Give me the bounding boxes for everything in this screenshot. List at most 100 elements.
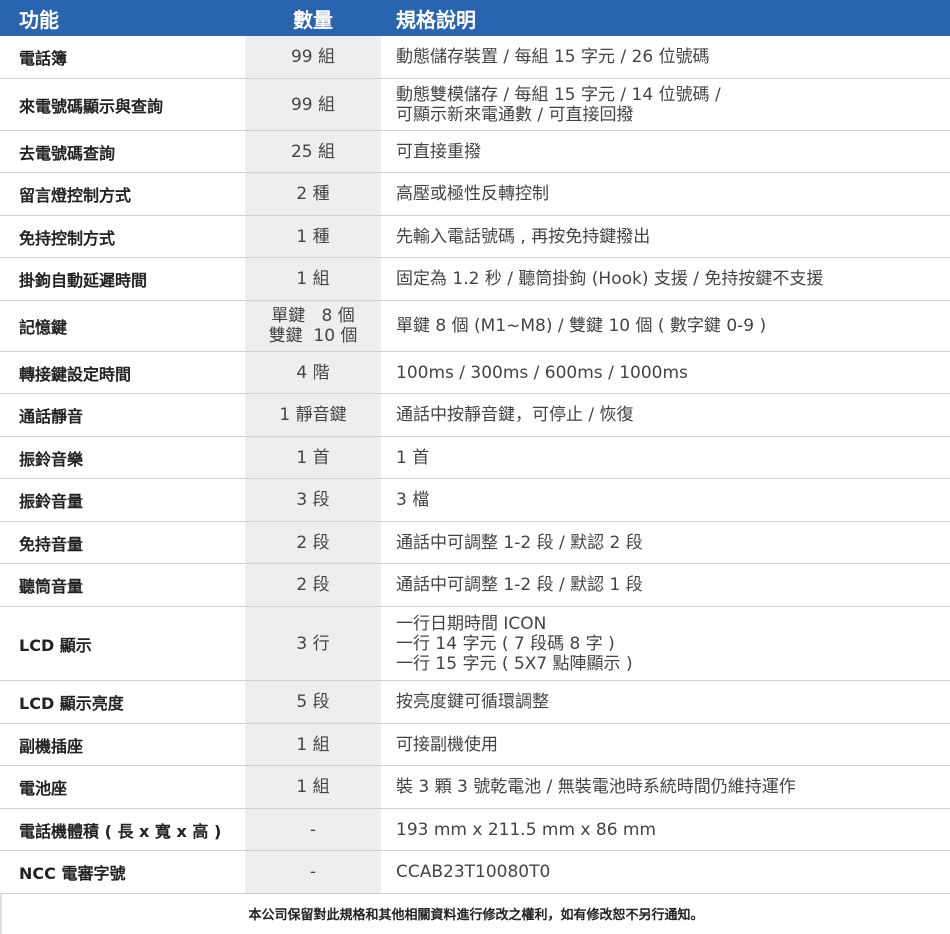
function-cell: 振鈴音樂 xyxy=(19,449,84,469)
spec-line: 通話中按靜音鍵，可停止 / 恢復 xyxy=(396,405,634,425)
spec-cell: 通話中可調整 1-2 段 / 默認 1 段 xyxy=(381,564,950,606)
function-cell: 去電號碼查詢 xyxy=(19,143,116,163)
spec-cell: 先輸入電話號碼 , 再按免持鍵撥出 xyxy=(381,216,950,257)
function-cell: 電話機體積 ( 長 x 寬 x 高 ) xyxy=(19,821,222,841)
spec-line: 1 首 xyxy=(396,447,430,468)
spec-cell: 按亮度鍵可循環調整 xyxy=(381,681,950,723)
spec-line: 動態雙模儲存 / 每組 15 字元 / 14 位號碼 / xyxy=(396,84,721,105)
function-cell: 電話簿 xyxy=(19,49,68,68)
function-cell: 聽筒音量 xyxy=(19,577,84,596)
spec-line: 高壓或極性反轉控制 xyxy=(396,184,549,204)
quantity-cell: 單鍵 8 個 雙鍵 10 個 xyxy=(245,301,381,351)
quantity-cell: 1 種 xyxy=(245,216,381,257)
spec-line: 一行日期時間 ICON xyxy=(396,613,547,634)
quantity-cell: 1 組 xyxy=(245,724,381,765)
quantity-cell: 3 段 xyxy=(245,479,381,521)
spec-cell: 3 檔 xyxy=(381,479,950,521)
table-row: 副機插座 1 組可接副機使用 xyxy=(0,724,950,766)
spec-cell: 1 首 xyxy=(381,437,950,478)
spec-line: 先輸入電話號碼 , 再按免持鍵撥出 xyxy=(396,226,651,247)
spec-table: 功能 數量 規格說明 電話簿 99 組動態儲存裝置 / 每組 15 字元 / 26… xyxy=(0,0,950,894)
function-cell: 轉接鍵設定時間 xyxy=(19,364,132,384)
quantity-cell: 1 靜音鍵 xyxy=(245,394,381,436)
quantity-cell: 3 行 xyxy=(245,607,381,680)
function-cell: 免持控制方式 xyxy=(19,228,116,248)
spec-cell: 動態雙模儲存 / 每組 15 字元 / 14 位號碼 / 可顯示新來電通數 / 可… xyxy=(381,79,950,130)
quantity-cell: 1 組 xyxy=(245,258,381,300)
spec-line: 固定為 1.2 秒 / 聽筒掛鉤 (Hook) 支援 / 免持按鍵不支援 xyxy=(396,269,824,289)
spec-line: 可接副機使用 xyxy=(396,734,498,755)
table-body: 電話簿 99 組動態儲存裝置 / 每組 15 字元 / 26 位號碼來電號碼顯示與… xyxy=(0,36,950,894)
spec-line: 單鍵 8 個 (M1~M8) / 雙鍵 10 個 ( 數字鍵 0-9 ) xyxy=(396,316,767,336)
spec-line: 一行 15 字元 ( 5X7 點陣顯示 ) xyxy=(396,653,633,674)
quantity-cell: 99 組 xyxy=(245,36,381,78)
spec-cell: 通話中按靜音鍵，可停止 / 恢復 xyxy=(381,394,950,436)
spec-line: 一行 14 字元 ( 7 段碼 8 字 ) xyxy=(396,633,615,654)
table-row: 電話簿 99 組動態儲存裝置 / 每組 15 字元 / 26 位號碼 xyxy=(0,36,950,79)
spec-line: 可直接重撥 xyxy=(396,141,481,162)
spec-cell: 一行日期時間 ICON 一行 14 字元 ( 7 段碼 8 字 ) 一行 15 字元… xyxy=(381,607,950,680)
function-cell: 振鈴音量 xyxy=(19,492,84,511)
quantity-cell: 2 段 xyxy=(245,564,381,606)
spec-line: 裝 3 顆 3 號乾電池 / 無裝電池時系統時間仍維持運作 xyxy=(396,777,796,797)
quantity-cell: 5 段 xyxy=(245,681,381,723)
function-cell: LCD 顯示亮度 xyxy=(19,694,124,713)
quantity-cell: 2 種 xyxy=(245,173,381,215)
quantity-cell: 25 組 xyxy=(245,131,381,172)
function-cell: LCD 顯示 xyxy=(19,635,92,655)
table-row: 來電號碼顯示與查詢 99 組動態雙模儲存 / 每組 15 字元 / 14 位號碼 … xyxy=(0,79,950,131)
header-function: 功能 xyxy=(19,7,59,32)
spec-line: 100ms / 300ms / 600ms / 1000ms xyxy=(396,362,688,383)
table-row: 留言燈控制方式 2 種高壓或極性反轉控制 xyxy=(0,173,950,216)
header-spec: 規格說明 xyxy=(396,7,476,32)
spec-cell: 高壓或極性反轉控制 xyxy=(381,173,950,215)
table-row: 免持音量 2 段通話中可調整 1-2 段 / 默認 2 段 xyxy=(0,522,950,564)
spec-line: 193 mm x 211.5 mm x 86 mm xyxy=(396,819,657,840)
table-row: 電池座 1 組裝 3 顆 3 號乾電池 / 無裝電池時系統時間仍維持運作 xyxy=(0,766,950,809)
footer-note: 本公司保留對此規格和其他相關資料進行修改之權利，如有修改恕不另行通知。 xyxy=(0,893,950,934)
table-row: 轉接鍵設定時間 4 階 100ms / 300ms / 600ms / 1000ms xyxy=(0,352,950,394)
spec-cell: CCAB23T10080T0 xyxy=(381,851,950,893)
header-quantity: 數量 xyxy=(293,7,333,32)
spec-cell: 裝 3 顆 3 號乾電池 / 無裝電池時系統時間仍維持運作 xyxy=(381,766,950,808)
function-cell: 免持音量 xyxy=(19,534,84,554)
table-header: 功能 數量 規格說明 xyxy=(0,0,950,36)
quantity-cell: 4 階 xyxy=(245,352,381,393)
spec-line: CCAB23T10080T0 xyxy=(396,862,551,882)
table-row: 記憶鍵 單鍵 8 個 雙鍵 10 個單鍵 8 個 (M1~M8) / 雙鍵 10 … xyxy=(0,301,950,352)
spec-line: 按亮度鍵可循環調整 xyxy=(396,692,549,712)
spec-cell: 單鍵 8 個 (M1~M8) / 雙鍵 10 個 ( 數字鍵 0-9 ) xyxy=(381,301,950,351)
function-cell: 記憶鍵 xyxy=(19,318,68,337)
table-row: LCD 顯示 3 行一行日期時間 ICON 一行 14 字元 ( 7 段碼 8 字 … xyxy=(0,607,950,681)
quantity-cell: 1 組 xyxy=(245,766,381,808)
spec-cell: 可接副機使用 xyxy=(381,724,950,765)
function-cell: 掛鉤自動延遲時間 xyxy=(19,271,148,290)
function-cell: NCC 電審字號 xyxy=(19,864,126,883)
table-row: 振鈴音量 3 段 3 檔 xyxy=(0,479,950,522)
spec-cell: 通話中可調整 1-2 段 / 默認 2 段 xyxy=(381,522,950,563)
function-cell: 留言燈控制方式 xyxy=(19,186,132,205)
table-row: NCC 電審字號 - CCAB23T10080T0 xyxy=(0,851,950,894)
table-row: 振鈴音樂 1 首 1 首 xyxy=(0,437,950,479)
table-row: 掛鉤自動延遲時間 1 組固定為 1.2 秒 / 聽筒掛鉤 (Hook) 支援 / … xyxy=(0,258,950,301)
spec-cell: 100ms / 300ms / 600ms / 1000ms xyxy=(381,352,950,393)
table-row: 聽筒音量 2 段通話中可調整 1-2 段 / 默認 1 段 xyxy=(0,564,950,607)
table-row: 電話機體積 ( 長 x 寬 x 高 ) -193 mm x 211.5 mm x … xyxy=(0,809,950,851)
spec-cell: 193 mm x 211.5 mm x 86 mm xyxy=(381,809,950,850)
table-row: 免持控制方式 1 種先輸入電話號碼 , 再按免持鍵撥出 xyxy=(0,216,950,258)
table-row: 去電號碼查詢 25 組可直接重撥 xyxy=(0,131,950,173)
table-row: 通話靜音 1 靜音鍵 通話中按靜音鍵，可停止 / 恢復 xyxy=(0,394,950,437)
function-cell: 來電號碼顯示與查詢 xyxy=(19,96,164,116)
spec-line: 動態儲存裝置 / 每組 15 字元 / 26 位號碼 xyxy=(396,47,710,67)
spec-line: 通話中可調整 1-2 段 / 默認 1 段 xyxy=(396,575,643,595)
function-cell: 副機插座 xyxy=(19,736,84,756)
quantity-cell: - xyxy=(245,809,381,850)
spec-cell: 固定為 1.2 秒 / 聽筒掛鉤 (Hook) 支援 / 免持按鍵不支援 xyxy=(381,258,950,300)
spec-line: 通話中可調整 1-2 段 / 默認 2 段 xyxy=(396,532,643,553)
spec-cell: 可直接重撥 xyxy=(381,131,950,172)
table-row: LCD 顯示亮度 5 段按亮度鍵可循環調整 xyxy=(0,681,950,724)
quantity-cell: 99 組 xyxy=(245,79,381,130)
function-cell: 電池座 xyxy=(19,779,68,798)
spec-line: 3 檔 xyxy=(396,490,430,510)
quantity-cell: 2 段 xyxy=(245,522,381,563)
